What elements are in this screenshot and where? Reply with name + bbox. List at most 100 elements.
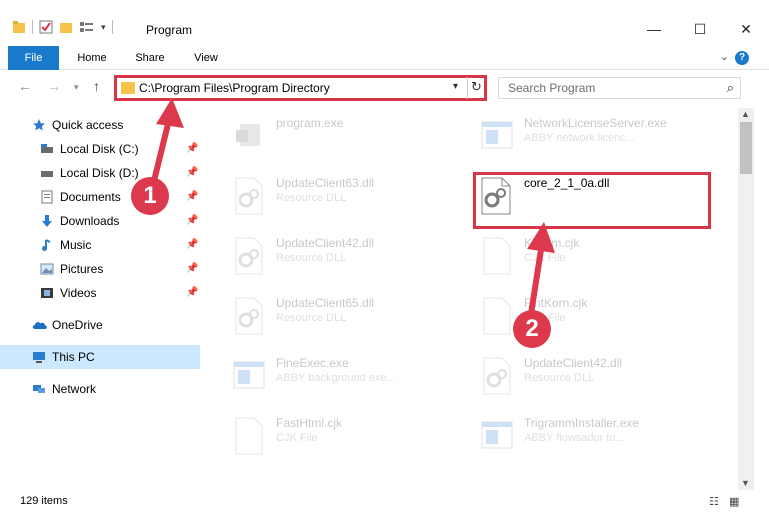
sidebar-item-local-disk-c[interactable]: Local Disk (C:) 📌 (0, 137, 200, 161)
tab-file[interactable]: File (8, 46, 59, 70)
file-item[interactable]: UpdateClient65.dll Resource DLL (226, 290, 466, 348)
dll-gear-icon (235, 177, 263, 215)
tab-home[interactable]: Home (68, 46, 116, 70)
file-item[interactable]: UpdateClient42.dll Resource DLL (474, 350, 714, 408)
sidebar-item-local-disk-d[interactable]: Local Disk (D:) 📌 (0, 161, 200, 185)
file-item[interactable]: FineExec.exe ABBY background exe... (226, 350, 466, 408)
up-arrow-icon[interactable]: ↑ (93, 78, 100, 94)
vertical-scrollbar[interactable]: ▲ ▼ (738, 108, 754, 490)
pin-icon[interactable]: 📌 (186, 185, 198, 209)
ribbon-tabs: File Home Share View ⌄ ? (0, 46, 769, 70)
pin-icon[interactable]: 📌 (186, 209, 198, 233)
large-icons-view-icon[interactable]: ▦ (729, 495, 743, 508)
sidebar-item-label: Local Disk (D:) (60, 166, 139, 180)
documents-icon (41, 190, 53, 204)
sidebar-item-quick-access[interactable]: Quick access (0, 113, 200, 137)
file-name: UpdateClient63.dll (276, 176, 375, 190)
tab-share[interactable]: Share (126, 46, 174, 70)
sidebar-item-music[interactable]: Music 📌 (0, 233, 200, 257)
pin-icon[interactable]: 📌 (186, 281, 198, 305)
file-item[interactable]: FintKorn.cjk CJK File (474, 290, 714, 348)
search-input[interactable]: Search Program ⌕ (498, 77, 741, 99)
file-name: program.exe (276, 116, 344, 130)
chevron-down-icon[interactable]: ▾ (453, 81, 458, 92)
file-name: UpdateClient42.dll (524, 356, 623, 370)
file-description: ABBY network licenc... (524, 132, 636, 144)
file-item[interactable]: FastHtml.cjk CJK File (226, 410, 466, 468)
pin-icon[interactable]: 📌 (186, 137, 198, 161)
toolbar-divider (32, 20, 33, 34)
star-icon (33, 119, 45, 131)
sidebar-item-label: Local Disk (C:) (60, 142, 139, 156)
file-item[interactable]: UpdateClient42.dll Resource DLL (226, 230, 466, 288)
sidebar-item-documents[interactable]: Documents 📌 (0, 185, 200, 209)
quick-access-toolbar: ▾ (12, 20, 113, 34)
file-item[interactable]: program.exe (226, 110, 466, 168)
minimize-button[interactable]: — (631, 14, 677, 44)
downloads-icon (42, 215, 52, 227)
file-item[interactable]: Ki...om.cjk CJK File (474, 230, 714, 288)
application-window-icon (481, 121, 513, 149)
status-bar: 129 items ☷ ▦ (0, 490, 769, 521)
file-name: FastHtml.cjk (276, 416, 342, 430)
view-options-icon[interactable] (79, 20, 95, 34)
new-folder-icon[interactable] (59, 20, 73, 34)
sidebar-item-label: Downloads (60, 214, 120, 228)
file-description: Resource DLL (524, 372, 595, 384)
file-name: FintKorn.cjk (524, 296, 588, 310)
folder-icon[interactable] (12, 20, 26, 34)
computer-icon (33, 352, 45, 363)
blank-file-icon (235, 417, 263, 455)
sidebar-item-label: Music (60, 238, 92, 252)
item-count: 129 items (20, 495, 68, 507)
sidebar-item-onedrive[interactable]: OneDrive (0, 313, 200, 337)
pictures-icon (40, 263, 54, 275)
tab-view[interactable]: View (182, 46, 230, 70)
search-icon: ⌕ (726, 80, 734, 95)
application-window-icon (481, 421, 513, 449)
dll-gear-icon (235, 237, 263, 275)
cloud-icon (32, 322, 47, 329)
details-view-icon[interactable]: ☷ (709, 495, 723, 508)
executable-icon (236, 124, 260, 146)
step-1-badge: 1 (131, 177, 169, 215)
sidebar-item-label: Documents (60, 190, 121, 204)
properties-icon[interactable] (39, 20, 53, 34)
title-bar: ▾ Program — ☐ ✕ (0, 0, 769, 44)
sidebar-item-network[interactable]: Network (0, 377, 200, 401)
blank-file-icon (483, 237, 511, 275)
file-item[interactable]: UpdateClient63.dll Resource DLL (226, 170, 466, 228)
file-item[interactable]: NetworkLicenseServer.exe ABBY network li… (474, 110, 714, 168)
scroll-down-icon[interactable]: ▼ (741, 478, 750, 488)
pin-icon[interactable]: 📌 (186, 233, 198, 257)
navigation-pane: Quick access Local Disk (C:) 📌 Local Dis… (0, 108, 200, 488)
back-arrow-icon[interactable]: ← (18, 78, 32, 94)
network-icon (33, 385, 45, 393)
highlighted-file-outline (473, 172, 711, 229)
forward-arrow-icon[interactable]: → (47, 78, 61, 94)
file-name: TrigrammInstaller.exe (524, 416, 639, 430)
recent-locations-icon[interactable]: ▾ (74, 82, 79, 93)
expand-ribbon-icon[interactable]: ⌄ (720, 50, 729, 63)
pin-icon[interactable]: 📌 (186, 161, 198, 185)
sidebar-item-downloads[interactable]: Downloads 📌 (0, 209, 200, 233)
file-item[interactable]: TrigrammInstaller.exe ABBY fiowsador to.… (474, 410, 714, 468)
file-name: FineExec.exe (276, 356, 349, 370)
close-button[interactable]: ✕ (723, 14, 769, 44)
help-icon[interactable]: ? (735, 51, 749, 65)
address-bar[interactable]: C:\Program Files\Program Directory ▾ ↻ (114, 75, 487, 101)
maximize-button[interactable]: ☐ (677, 14, 723, 44)
pin-icon[interactable]: 📌 (186, 257, 198, 281)
window-controls: — ☐ ✕ (631, 14, 769, 44)
file-description: Resource DLL (276, 312, 347, 324)
sidebar-item-this-pc[interactable]: This PC (0, 345, 200, 369)
refresh-icon[interactable]: ↻ (471, 79, 482, 95)
chevron-down-icon[interactable]: ▾ (101, 22, 106, 33)
scrollbar-thumb[interactable] (740, 122, 752, 174)
sidebar-item-pictures[interactable]: Pictures 📌 (0, 257, 200, 281)
search-placeholder: Search Program (508, 81, 596, 95)
file-name: UpdateClient65.dll (276, 296, 375, 310)
blank-file-icon (483, 297, 511, 335)
sidebar-item-videos[interactable]: Videos 📌 (0, 281, 200, 305)
scroll-up-icon[interactable]: ▲ (741, 109, 750, 119)
